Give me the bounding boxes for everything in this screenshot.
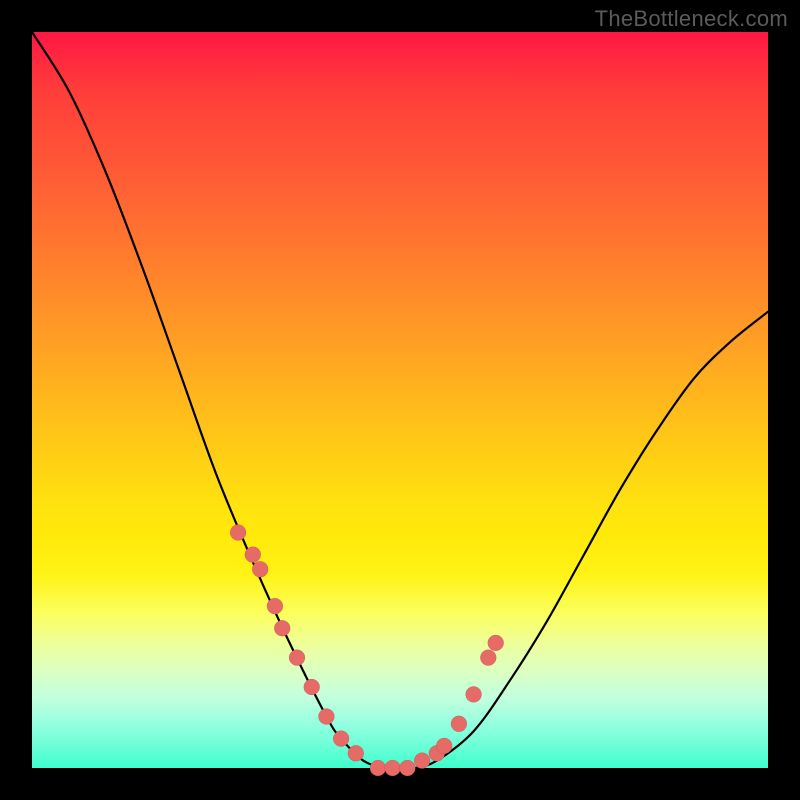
sample-point bbox=[466, 686, 482, 702]
sample-point bbox=[385, 760, 401, 776]
sample-point bbox=[370, 760, 386, 776]
sample-point bbox=[451, 716, 467, 732]
watermark-label: TheBottleneck.com bbox=[595, 6, 788, 32]
chart-frame: TheBottleneck.com bbox=[0, 0, 800, 800]
sample-point bbox=[480, 650, 496, 666]
sample-points-group bbox=[230, 525, 504, 777]
sample-point bbox=[289, 650, 305, 666]
sample-point bbox=[230, 525, 246, 541]
sample-point bbox=[304, 679, 320, 695]
sample-point bbox=[267, 598, 283, 614]
sample-point bbox=[274, 620, 290, 636]
bottleneck-curve-path bbox=[32, 32, 768, 769]
curve-layer bbox=[32, 32, 768, 768]
sample-point bbox=[252, 561, 268, 577]
sample-point bbox=[333, 731, 349, 747]
sample-point bbox=[436, 738, 452, 754]
sample-point bbox=[399, 760, 415, 776]
sample-point bbox=[245, 547, 261, 563]
sample-point bbox=[318, 709, 334, 725]
sample-point bbox=[414, 753, 430, 769]
sample-point bbox=[488, 635, 504, 651]
sample-point bbox=[348, 745, 364, 761]
